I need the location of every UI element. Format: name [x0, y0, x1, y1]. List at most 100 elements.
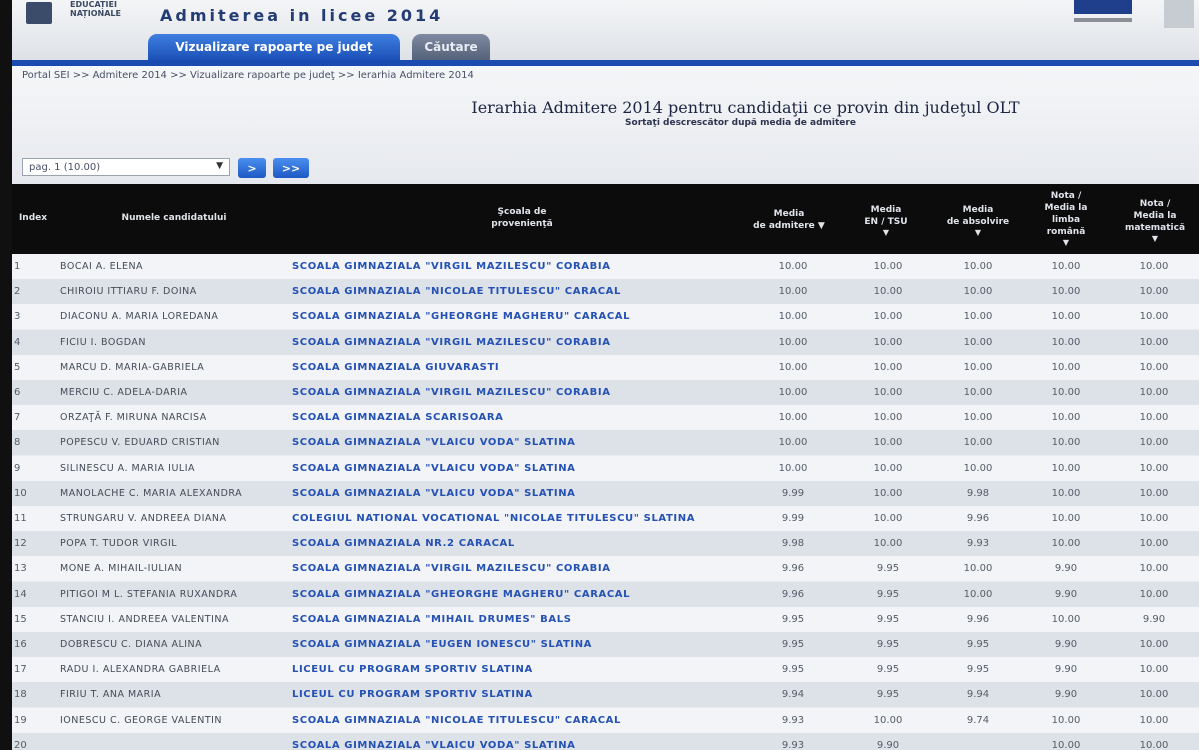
report-header: Portal SEI >> Admitere 2014 >> Vizualiza… [12, 66, 1199, 184]
eu-logo-caption [1074, 18, 1132, 22]
cell-nota-romana: 10.00 [1051, 714, 1081, 726]
cell-nota-matematica: 10.00 [1139, 412, 1169, 424]
cell-media-admitere: 10.00 [778, 462, 808, 474]
cell-nota-romana: 10.00 [1051, 261, 1081, 272]
cell-school-link[interactable]: SCOALA GIMNAZIALA "VIRGIL MAZILESCU" COR… [292, 556, 747, 581]
cell-index: 15 [14, 613, 27, 625]
cell-nota-matematica: 10.00 [1139, 588, 1169, 600]
cell-school-link[interactable]: SCOALA GIMNAZIALA "VLAICU VODA" SLATINA [292, 733, 747, 750]
cell-school-link[interactable]: SCOALA GIMNAZIALA "GHEORGHE MAGHERU" CAR… [292, 304, 747, 329]
col-absolvire-header-l2: de absolvire [946, 217, 1010, 227]
cell-nota-romana: 10.00 [1051, 613, 1081, 625]
last-page-button[interactable]: >> [273, 158, 309, 178]
cell-school-link[interactable]: SCOALA GIMNAZIALA "NICOLAE TITULESCU" CA… [292, 708, 747, 733]
cell-nota-romana: 9.90 [1054, 664, 1078, 676]
cell-index: 16 [14, 639, 27, 650]
cell-media-absolvire: 9.96 [966, 513, 990, 524]
col-matematica-header[interactable]: Nota / Media la matematică ▼ [1112, 198, 1198, 243]
cell-nota-romana: 10.00 [1051, 513, 1081, 524]
table-row: 1 BOCAI A. ELENA SCOALA GIMNAZIALA "VIRGIL… [12, 254, 1199, 279]
cell-nota-romana: 10.00 [1051, 462, 1081, 474]
cell-candidate-name: SILINESCU A. MARIA IULIA [60, 462, 196, 474]
cell-nota-matematica: 10.00 [1139, 538, 1169, 550]
tab-cautare[interactable]: Căutare [412, 34, 490, 60]
cell-index: 3 [14, 311, 21, 323]
cell-candidate-name: STRUNGARU V. ANDREEA DIANA [60, 513, 227, 524]
col-admitere-header[interactable]: Media de admitere ▼ [734, 208, 844, 232]
cell-candidate-name: STANCIU I. ANDREEA VALENTINA [60, 613, 229, 625]
cell-index: 13 [14, 563, 27, 575]
cell-nota-matematica: 10.00 [1139, 311, 1169, 323]
cell-media-en: 9.95 [876, 664, 900, 676]
cell-candidate-name [60, 733, 290, 750]
cell-index: 6 [14, 387, 21, 398]
cell-index: 11 [14, 513, 27, 524]
cell-nota-matematica: 10.00 [1139, 336, 1169, 348]
cell-nota-matematica: 10.00 [1139, 563, 1169, 575]
cell-index: 5 [14, 361, 21, 373]
col-absolvire-header-l1: Media [962, 205, 994, 215]
ministry-name-line1: EDUCAȚIEI [70, 0, 117, 9]
table-header: Index Numele candidatului Şcoala de prov… [12, 184, 1199, 254]
cell-school-link[interactable]: COLEGIUL NATIONAL VOCATIONAL "NICOLAE TI… [292, 506, 747, 531]
cell-nota-matematica: 10.00 [1139, 689, 1169, 701]
cell-school-link[interactable]: SCOALA GIMNAZIALA SCARISOARA [292, 405, 747, 430]
cell-nota-romana: 10.00 [1051, 361, 1081, 373]
tab-rapoarte-judet[interactable]: Vizualizare rapoarte pe județ [148, 34, 400, 60]
chevron-down-icon: ▼ [216, 161, 223, 171]
cell-nota-matematica: 10.00 [1139, 513, 1169, 524]
cell-nota-romana: 10.00 [1051, 538, 1081, 550]
cell-nota-matematica: 10.00 [1139, 387, 1169, 398]
col-romana-header-l2: Media la [1044, 203, 1088, 213]
cell-media-admitere: 10.00 [778, 412, 808, 424]
cell-nota-romana: 10.00 [1051, 336, 1081, 348]
cell-school-link[interactable]: SCOALA GIMNAZIALA "VIRGIL MAZILESCU" COR… [292, 380, 747, 405]
cell-nota-romana: 9.90 [1054, 639, 1078, 650]
col-romana-header-l1: Nota / [1050, 191, 1082, 201]
cell-school-link[interactable]: SCOALA GIMNAZIALA "VLAICU VODA" SLATINA [292, 481, 747, 506]
cell-school-link[interactable]: SCOALA GIMNAZIALA "VIRGIL MAZILESCU" COR… [292, 254, 747, 279]
cell-media-en: 10.00 [873, 311, 903, 323]
cell-school-link[interactable]: SCOALA GIMNAZIALA "MIHAIL DRUMES" BALS [292, 607, 747, 632]
table-row: 10 MANOLACHE C. MARIA ALEXANDRA SCOALA GIM… [12, 480, 1199, 506]
table-row: 18 FIRIU T. ANA MARIA LICEUL CU PROGRAM SP… [12, 682, 1199, 708]
cell-media-admitere: 9.93 [781, 714, 805, 726]
cell-school-link[interactable]: SCOALA GIMNAZIALA "NICOLAE TITULESCU" CA… [292, 279, 747, 304]
cell-school-link[interactable]: LICEUL CU PROGRAM SPORTIV SLATINA [292, 657, 747, 682]
cell-nota-romana: 10.00 [1051, 387, 1081, 398]
cell-school-link[interactable]: SCOALA GIMNAZIALA NR.2 CARACAL [292, 531, 747, 556]
cell-media-admitere: 9.96 [781, 563, 805, 575]
cell-school-link[interactable]: SCOALA GIMNAZIALA "EUGEN IONESCU" SLATIN… [292, 632, 747, 657]
cell-nota-matematica: 10.00 [1139, 739, 1169, 750]
cell-index: 18 [14, 689, 27, 701]
breadcrumb[interactable]: Portal SEI >> Admitere 2014 >> Vizualiza… [22, 70, 474, 81]
cell-nota-romana: 9.90 [1054, 689, 1078, 701]
col-romana-header[interactable]: Nota / Media la limba română ▼ [1024, 190, 1108, 247]
cell-media-absolvire: 9.93 [966, 538, 990, 550]
cell-school-link[interactable]: LICEUL CU PROGRAM SPORTIV SLATINA [292, 682, 747, 707]
col-en-header[interactable]: Media EN / TSU ▼ [850, 204, 922, 237]
cell-index: 20 [14, 739, 27, 750]
cell-index: 17 [14, 664, 27, 676]
cell-school-link[interactable]: SCOALA GIMNAZIALA "VLAICU VODA" SLATINA [292, 430, 747, 455]
cell-school-link[interactable]: SCOALA GIMNAZIALA "VLAICU VODA" SLATINA [292, 456, 747, 481]
cell-school-link[interactable]: SCOALA GIMNAZIALA "VIRGIL MAZILESCU" COR… [292, 330, 747, 355]
cell-school-link[interactable]: SCOALA GIMNAZIALA GIUVARASTI [292, 355, 747, 380]
partner-logo [1164, 0, 1194, 28]
table-row: 15 STANCIU I. ANDREEA VALENTINA SCOALA GIM… [12, 606, 1199, 632]
col-absolvire-header[interactable]: Media de absolvire ▼ [932, 204, 1024, 237]
next-page-button[interactable]: > [238, 158, 266, 178]
cell-media-admitere: 9.99 [781, 513, 805, 524]
cell-school-link[interactable]: SCOALA GIMNAZIALA "GHEORGHE MAGHERU" CAR… [292, 582, 747, 607]
cell-media-absolvire: 9.94 [966, 689, 990, 701]
cell-media-en: 10.00 [873, 513, 903, 524]
col-romana-header-l4: română [1046, 227, 1086, 237]
cell-nota-romana: 9.90 [1054, 563, 1078, 575]
table-row: 4 FICIU I. BOGDAN SCOALA GIMNAZIALA "VIRGI… [12, 329, 1199, 355]
cell-media-absolvire: 10.00 [963, 563, 993, 575]
cell-media-admitere: 10.00 [778, 261, 808, 272]
cell-nota-matematica: 10.00 [1139, 261, 1169, 272]
page-select[interactable]: pag. 1 (10.00) ▼ [22, 158, 230, 176]
cell-media-en: 10.00 [873, 412, 903, 424]
table-row: 2 CHIROIU ITTIARU F. DOINA SCOALA GIMNAZIA… [12, 279, 1199, 305]
